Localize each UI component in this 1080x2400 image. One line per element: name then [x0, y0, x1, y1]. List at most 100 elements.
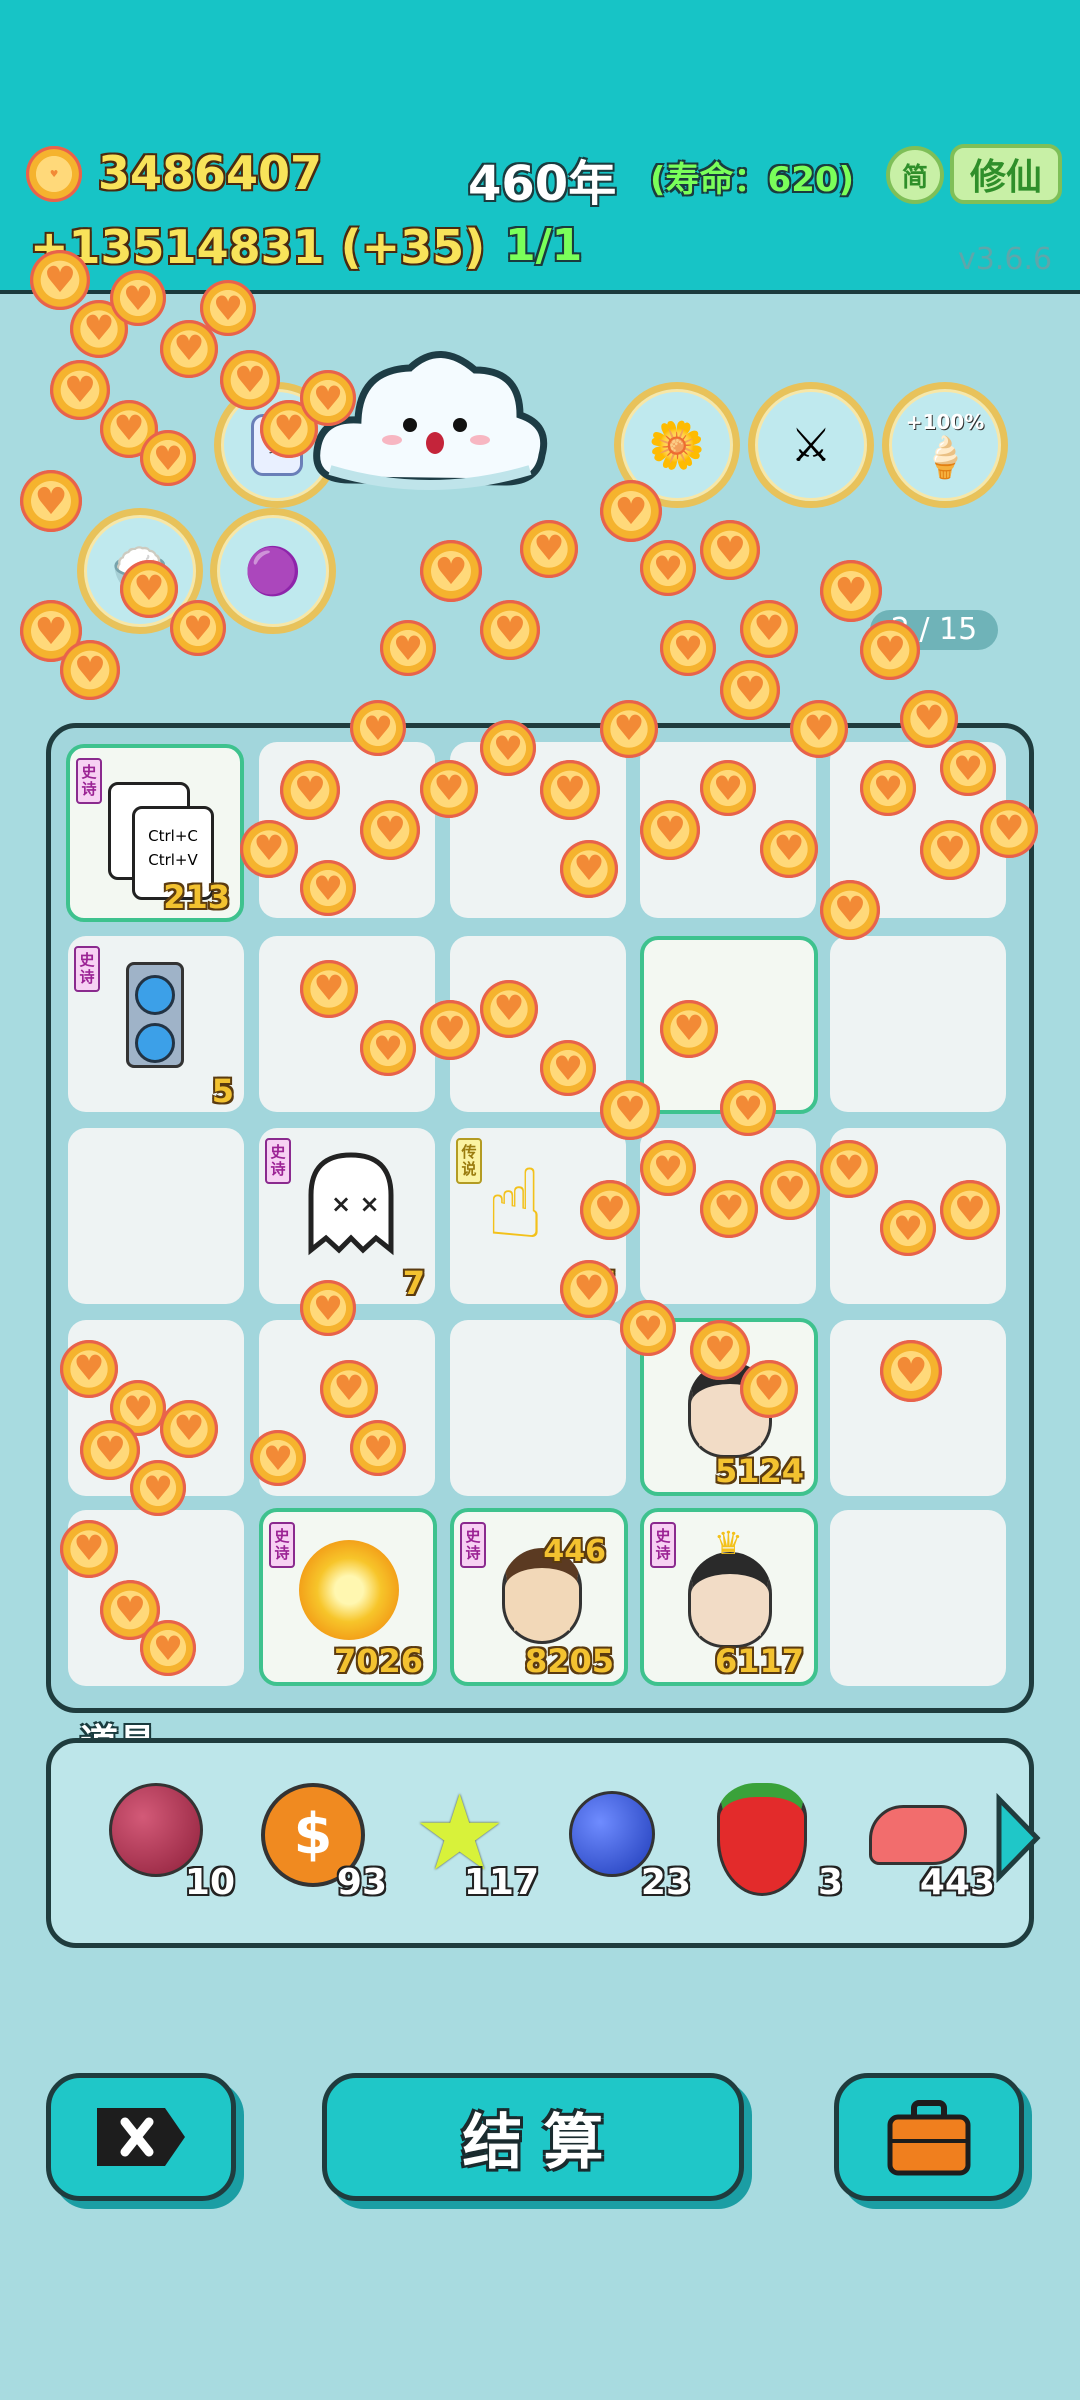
boost-percent: +100% [905, 409, 985, 434]
flying-coin [600, 1080, 660, 1140]
flying-coin [120, 560, 178, 618]
explosion-icon [299, 1540, 399, 1640]
flying-coin [110, 270, 166, 326]
sword-buff[interactable]: ⚔ [748, 382, 874, 508]
flying-coin [640, 1140, 696, 1196]
next-page-arrow-icon[interactable] [993, 1793, 1043, 1883]
year-display: 460年 [468, 156, 617, 212]
prop-item-dollar[interactable]: $ 93 [261, 1783, 387, 1903]
board-cell-empty[interactable] [830, 1510, 1006, 1686]
flying-coin [760, 1160, 820, 1220]
flying-coin [700, 1180, 758, 1238]
board-cell-gpu[interactable]: 史诗 5 [68, 936, 244, 1112]
rarity-tag: 史诗 [460, 1522, 486, 1568]
flying-coin [720, 1080, 776, 1136]
board-cell-character-crown[interactable]: 史诗 ♛ 6117 [640, 1508, 818, 1686]
cell-count: 7 [402, 1264, 425, 1302]
rarity-tag: 传说 [456, 1138, 482, 1184]
flying-coin [790, 700, 848, 758]
flying-coin [880, 1340, 942, 1402]
prop-item-liver[interactable]: 443 [869, 1783, 995, 1903]
rarity-tag: 史诗 [650, 1522, 676, 1568]
item-count: 443 [919, 1862, 995, 1903]
cell-count: 8205 [524, 1642, 614, 1680]
strawberry-icon [717, 1783, 807, 1896]
item-count: 10 [184, 1862, 235, 1903]
flying-coin [420, 760, 478, 818]
close-icon [97, 2108, 185, 2166]
cell-count: 6117 [714, 1642, 804, 1680]
flying-coin [420, 540, 482, 602]
flying-coin [720, 660, 780, 720]
board-cell[interactable] [830, 936, 1006, 1112]
coin-icon [26, 146, 82, 202]
flying-coin [140, 1620, 196, 1676]
cell-count: 7026 [333, 1642, 423, 1680]
board-cell-empty[interactable] [450, 1320, 626, 1496]
flying-coin [600, 700, 658, 758]
flying-coin [200, 280, 256, 336]
cell-extra: 446 [543, 1534, 606, 1569]
prop-item-strawberry[interactable]: 3 [717, 1783, 843, 1903]
flying-coin [760, 820, 818, 878]
cell-count: 213 [163, 878, 230, 916]
flying-coin [640, 800, 700, 860]
flying-coin [540, 1040, 596, 1096]
board-cell-boy[interactable]: 史诗 446 8205 [450, 1508, 628, 1686]
flying-coin [660, 1000, 718, 1058]
board-cell-explosion[interactable]: 史诗 7026 [259, 1508, 437, 1686]
flying-coin [820, 1140, 878, 1198]
flying-coin [160, 1400, 218, 1458]
svg-text:× ×: × × [331, 1190, 380, 1218]
prop-item-star[interactable]: ★ 117 [413, 1781, 539, 1903]
close-button[interactable] [46, 2073, 236, 2201]
lifespan-display: (寿命：620) [650, 160, 855, 200]
liver-icon [869, 1805, 967, 1865]
flying-coin [170, 600, 226, 656]
flying-coin [700, 520, 760, 580]
board-cell-ghost[interactable]: 史诗 × × 7 [259, 1128, 435, 1304]
flying-coin [130, 1460, 186, 1516]
flying-coin [240, 820, 298, 878]
settle-label: 结 算 [462, 2107, 604, 2178]
props-panel: 10 $ 93 ★ 117 23 3 443 [46, 1738, 1041, 1948]
flying-coin [60, 1520, 118, 1578]
flying-coin [820, 880, 880, 940]
flying-coin [740, 600, 798, 658]
briefcase-icon [887, 2100, 971, 2176]
flying-coin [880, 1200, 936, 1256]
pointing-hand-icon: ☝ [486, 1148, 545, 1260]
cultivate-button[interactable]: 修仙 [950, 144, 1062, 204]
flying-coin [920, 820, 980, 880]
cell-count: 5124 [714, 1452, 804, 1490]
ctrl-v-label: Ctrl+V [148, 851, 198, 869]
flying-coin [360, 1020, 416, 1076]
bag-button[interactable] [834, 2073, 1024, 2201]
crossed-swords-icon: ⚔ [790, 418, 832, 472]
rarity-tag: 史诗 [269, 1522, 295, 1568]
ctrl-c-label: Ctrl+C [148, 827, 198, 845]
item-count: 3 [817, 1862, 843, 1903]
flying-coin [620, 1300, 676, 1356]
ice-cream-icon: 🍦 [920, 434, 970, 481]
simplified-toggle-button[interactable]: 简 [886, 146, 944, 204]
prop-item-lychee[interactable]: 10 [109, 1783, 235, 1903]
board-cell-empty[interactable] [68, 1128, 244, 1304]
flying-coin [360, 800, 420, 860]
prop-item-blueberry[interactable]: 23 [565, 1783, 691, 1903]
orb-buff[interactable]: 🟣 [210, 508, 336, 634]
flying-coin [140, 430, 196, 486]
flying-coin [380, 620, 436, 676]
flying-coin [320, 1360, 378, 1418]
boost-buff[interactable]: +100% 🍦 [882, 382, 1008, 508]
cell-count: 5 [211, 1072, 234, 1110]
flying-coin [20, 470, 82, 532]
flying-coin [740, 1360, 798, 1418]
settle-button[interactable]: 结 算 [322, 2073, 744, 2201]
flying-coin [250, 1430, 306, 1486]
flying-coin [940, 1180, 1000, 1240]
flower-pot-icon: 🌼 [648, 417, 706, 472]
crowned-face-icon [688, 1552, 772, 1648]
flying-coin [860, 620, 920, 680]
board-cell-ctrl-cv[interactable]: 史诗 Ctrl+C Ctrl+V 213 [66, 744, 244, 922]
